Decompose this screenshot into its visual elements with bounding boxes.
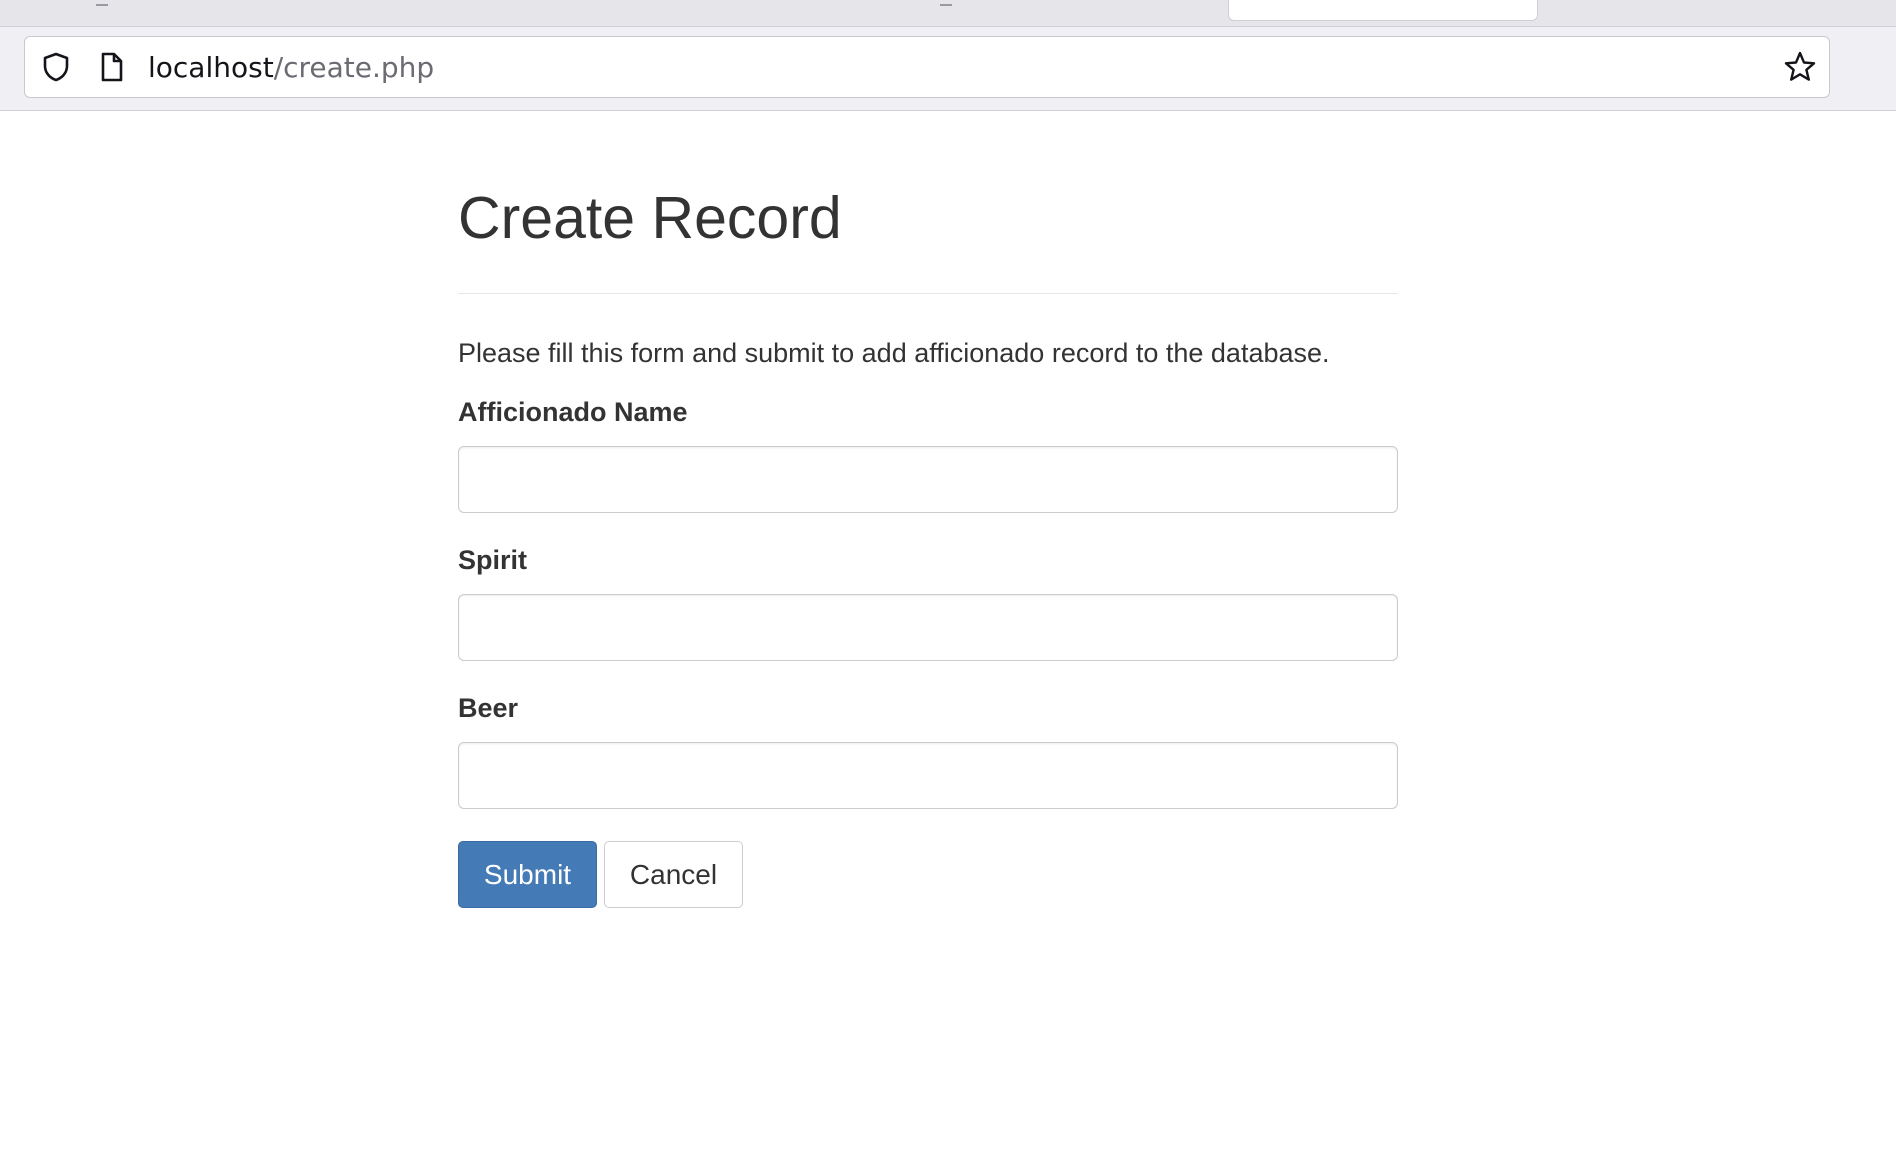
page-title: Create Record [458, 185, 842, 251]
submit-button[interactable]: Submit [458, 841, 597, 908]
tab-strip [0, 0, 1896, 27]
spirit-input[interactable] [458, 594, 1398, 661]
intro-text: Please fill this form and submit to add … [458, 338, 1330, 368]
url-host: localhost [148, 51, 274, 84]
afficionado-name-label: Afficionado Name [458, 397, 688, 427]
tab-fragment [96, 0, 108, 6]
beer-label: Beer [458, 693, 519, 723]
tab-fragment [940, 0, 952, 6]
url-path: /create.php [273, 51, 435, 84]
afficionado-name-input[interactable] [458, 446, 1398, 513]
shield-icon[interactable] [39, 50, 73, 84]
star-icon[interactable] [1783, 50, 1817, 84]
beer-input[interactable] [458, 742, 1398, 809]
spirit-label: Spirit [458, 545, 528, 575]
title-divider [458, 293, 1398, 294]
browser-chrome: localhost/create.php [0, 0, 1896, 111]
active-tab[interactable] [1228, 0, 1538, 21]
url-text[interactable]: localhost/create.php [148, 51, 434, 85]
page-icon[interactable] [95, 50, 129, 84]
address-bar[interactable]: localhost/create.php [24, 36, 1830, 98]
cancel-button[interactable]: Cancel [604, 841, 743, 908]
